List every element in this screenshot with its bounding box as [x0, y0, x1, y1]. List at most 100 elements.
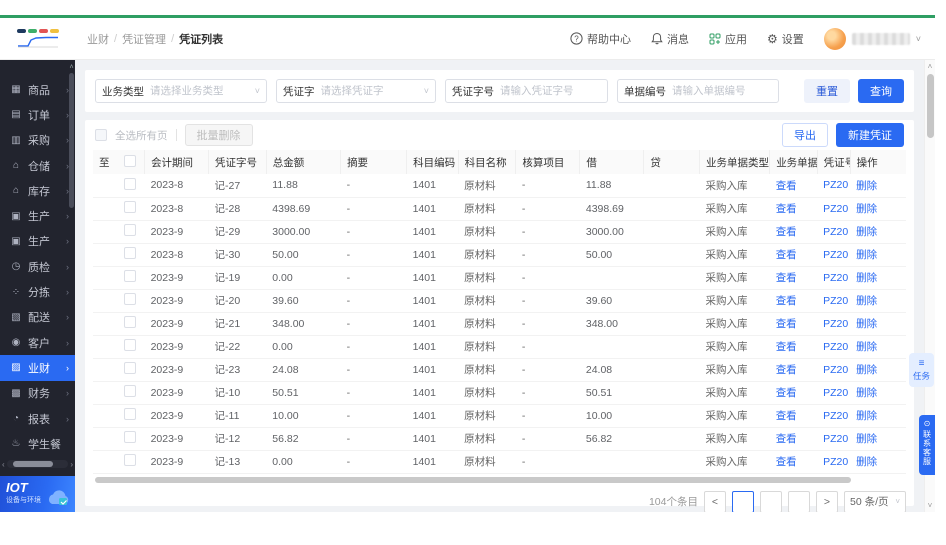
table-horizontal-scrollbar[interactable]: [93, 476, 906, 484]
delete-link[interactable]: 删除: [856, 249, 877, 261]
delete-link[interactable]: 删除: [856, 180, 877, 192]
user-menu[interactable]: ˅: [823, 27, 921, 50]
task-float-button[interactable]: ≡ 任务: [909, 353, 934, 387]
sidebar-item[interactable]: ▣ 生产 ›: [0, 229, 75, 254]
view-doc-link[interactable]: 查看: [776, 180, 797, 192]
delete-link[interactable]: 删除: [856, 433, 877, 445]
page-button[interactable]: [788, 490, 810, 512]
contact-service-tab[interactable]: ⊙ 联系客服: [919, 415, 935, 475]
row-checkbox[interactable]: [123, 339, 136, 351]
next-page-button[interactable]: >: [816, 490, 838, 512]
row-checkbox[interactable]: [123, 431, 136, 443]
apps-button[interactable]: 应用: [709, 31, 747, 47]
view-doc-link[interactable]: 查看: [776, 341, 797, 353]
sidebar-item[interactable]: ▣ 生产 ›: [0, 203, 75, 228]
cell-total: 348.00: [266, 312, 341, 336]
sidebar-item[interactable]: ▨ 业财 ›: [0, 355, 75, 381]
view-doc-link[interactable]: 查看: [776, 226, 797, 238]
row-checkbox[interactable]: [123, 362, 136, 374]
view-doc-link[interactable]: 查看: [776, 318, 797, 330]
business-type-input[interactable]: [150, 85, 251, 97]
voucher-no-field[interactable]: 凭证字号: [445, 79, 608, 103]
select-all-checkbox[interactable]: [95, 129, 107, 141]
help-center-button[interactable]: ? 帮助中心: [570, 31, 631, 47]
view-doc-link[interactable]: 查看: [776, 249, 797, 261]
delete-link[interactable]: 删除: [856, 364, 877, 376]
hscroll-thumb[interactable]: [95, 476, 852, 483]
settings-button[interactable]: ⚙ 设置: [767, 31, 804, 47]
voucher-word-input[interactable]: [320, 85, 420, 97]
delete-link[interactable]: 删除: [856, 387, 877, 399]
delete-link[interactable]: 删除: [856, 341, 877, 353]
page-button[interactable]: [732, 490, 754, 512]
app-logo: [0, 18, 75, 59]
delete-link[interactable]: 删除: [856, 272, 877, 284]
doc-no-field[interactable]: 单据编号: [617, 79, 779, 103]
page-size-select[interactable]: 50 条/页 ˅: [844, 490, 906, 512]
scroll-right-icon[interactable]: ›: [70, 460, 73, 469]
delete-link[interactable]: 删除: [856, 410, 877, 422]
sidebar-vertical-scrollbar[interactable]: ˄: [69, 64, 74, 454]
row-checkbox[interactable]: [123, 224, 136, 236]
row-checkbox[interactable]: [123, 270, 136, 282]
view-doc-link[interactable]: 查看: [776, 364, 797, 376]
new-voucher-button[interactable]: 新建凭证: [836, 123, 904, 147]
view-doc-link[interactable]: 查看: [776, 410, 797, 422]
cell-debit: 50.51: [579, 381, 644, 405]
scroll-up-icon[interactable]: ˄: [69, 64, 74, 71]
iot-banner[interactable]: IOT 设备与环境: [0, 476, 75, 512]
row-checkbox[interactable]: [123, 385, 136, 397]
sidebar-item[interactable]: ▩ 财务 ›: [0, 381, 75, 406]
row-checkbox[interactable]: [123, 177, 136, 190]
view-doc-link[interactable]: 查看: [776, 203, 797, 215]
scroll-down-icon[interactable]: ˅: [925, 501, 935, 510]
voucher-no-input[interactable]: [500, 85, 601, 97]
reset-button[interactable]: 重置: [804, 79, 850, 103]
business-type-select[interactable]: 业务类型 ˅: [95, 79, 267, 103]
sidebar-item[interactable]: ▥ 采购 ›: [0, 128, 75, 153]
sidebar-item[interactable]: ▦ 商品 ›: [0, 77, 75, 102]
delete-link[interactable]: 删除: [856, 318, 877, 330]
delete-link[interactable]: 删除: [856, 295, 877, 307]
row-checkbox[interactable]: [123, 293, 136, 305]
row-checkbox[interactable]: [123, 247, 136, 259]
delete-link[interactable]: 删除: [856, 456, 877, 468]
sidebar-item[interactable]: ◉ 客户 ›: [0, 330, 75, 355]
scroll-up-icon[interactable]: ˄: [925, 62, 935, 71]
view-doc-link[interactable]: 查看: [776, 295, 797, 307]
doc-no-input[interactable]: [672, 85, 772, 97]
sidebar-item[interactable]: ♨ 学生餐: [0, 431, 75, 456]
breadcrumb-level1[interactable]: 业财: [87, 31, 109, 47]
sidebar-item[interactable]: ◔ 报表 ›: [0, 406, 75, 431]
breadcrumb-level2[interactable]: 凭证管理: [122, 31, 166, 47]
delete-link[interactable]: 删除: [856, 203, 877, 215]
row-checkbox[interactable]: [123, 201, 136, 213]
row-checkbox[interactable]: [123, 454, 136, 466]
view-doc-link[interactable]: 查看: [776, 456, 797, 468]
sidebar-item[interactable]: ⁘ 分拣 ›: [0, 279, 75, 304]
sidebar-item[interactable]: ⌂ 库存 ›: [0, 178, 75, 203]
row-checkbox[interactable]: [123, 408, 136, 420]
sidebar-hscroll-thumb[interactable]: [12, 461, 53, 467]
sidebar-item[interactable]: ▧ 配送 ›: [0, 305, 75, 330]
sidebar-item[interactable]: ⌂ 仓储 ›: [0, 153, 75, 178]
delete-link[interactable]: 删除: [856, 226, 877, 238]
scroll-left-icon[interactable]: ‹: [2, 460, 5, 469]
view-doc-link[interactable]: 查看: [776, 272, 797, 284]
header-checkbox[interactable]: [123, 154, 136, 167]
export-button[interactable]: 导出: [782, 123, 828, 147]
sidebar-horizontal-scrollbar[interactable]: ‹ ›: [0, 458, 75, 470]
voucher-word-select[interactable]: 凭证字 ˅: [276, 79, 436, 103]
main-scroll-thumb[interactable]: [927, 74, 934, 138]
messages-button[interactable]: 消息: [651, 31, 689, 47]
search-button[interactable]: 查询: [858, 79, 904, 103]
view-doc-link[interactable]: 查看: [776, 433, 797, 445]
batch-delete-button[interactable]: 批量删除: [184, 124, 253, 146]
prev-page-button[interactable]: <: [704, 490, 726, 512]
sidebar-item[interactable]: ▤ 订单 ›: [0, 102, 75, 127]
sidebar-scroll-thumb[interactable]: [69, 73, 74, 208]
page-button[interactable]: [760, 490, 782, 512]
view-doc-link[interactable]: 查看: [776, 387, 797, 399]
row-checkbox[interactable]: [123, 316, 136, 328]
sidebar-item[interactable]: ◷ 质检 ›: [0, 254, 75, 279]
